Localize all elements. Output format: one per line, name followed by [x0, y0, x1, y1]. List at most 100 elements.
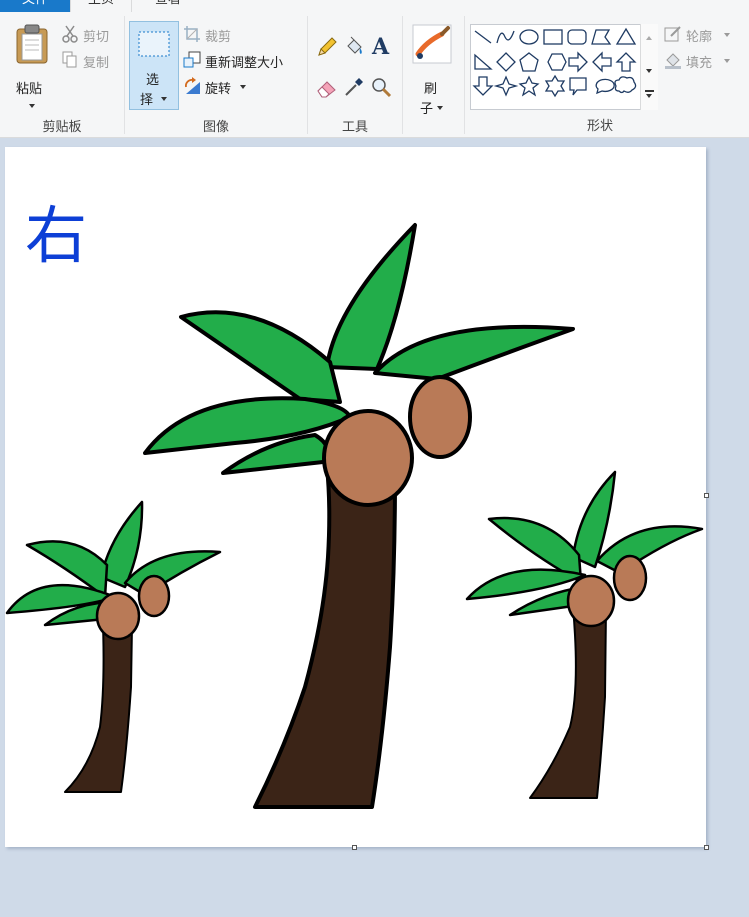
shapes-gallery-scroller[interactable] [640, 24, 658, 110]
tab-file[interactable]: 文件 [0, 0, 70, 12]
shapes-gallery [470, 24, 658, 110]
outline-label: 轮廓 [686, 30, 713, 45]
select-rectangle-icon [138, 31, 170, 57]
gallery-scroll-up-icon[interactable] [646, 36, 652, 40]
fill-dropdown-icon [724, 59, 730, 63]
brush-icon [412, 24, 452, 64]
rotate-label: 旋转 [205, 82, 232, 97]
rotate-dropdown-icon [240, 85, 246, 89]
pencil-icon[interactable] [316, 36, 338, 58]
fill-bucket-icon[interactable] [343, 36, 365, 58]
oval-shape-icon[interactable] [519, 29, 539, 45]
clipboard-icon [16, 24, 48, 64]
canvas-resize-handle-bottom[interactable] [352, 845, 357, 850]
fill-icon [665, 53, 681, 69]
shapes-group-label: 形状 [586, 119, 613, 134]
text-tool-icon[interactable]: A [370, 34, 392, 58]
drawing-canvas[interactable]: 右 [5, 147, 706, 847]
group-divider [402, 16, 403, 134]
left-palm-coconut [95, 591, 141, 641]
eraser-icon[interactable] [316, 76, 338, 98]
right-triangle-shape-icon[interactable] [474, 53, 493, 70]
scissors-icon [62, 25, 78, 43]
gallery-expand-arrow-icon [646, 94, 652, 98]
big-palm-frond [179, 310, 342, 404]
group-divider [464, 16, 465, 134]
rectangle-shape-icon[interactable] [543, 29, 563, 45]
gallery-expand-icon[interactable] [645, 90, 654, 92]
brushes-dropdown-icon [437, 106, 443, 110]
resize-button[interactable]: 重新调整大小 [183, 50, 307, 71]
crop-button[interactable]: 裁剪 [183, 24, 253, 45]
four-point-star-shape-icon[interactable] [493, 75, 519, 97]
brushes-button[interactable]: 刷 子 [408, 22, 458, 117]
copy-button[interactable]: 复制 [62, 50, 122, 71]
palm-tree-drawing: 右 [5, 199, 704, 809]
diamond-shape-icon[interactable] [496, 52, 516, 72]
copy-label: 复制 [83, 56, 110, 71]
hexagon-shape-icon[interactable] [547, 53, 567, 71]
crop-label: 裁剪 [205, 30, 232, 45]
pentagon-shape-icon[interactable] [519, 52, 539, 72]
left-palm-trunk [64, 624, 133, 793]
curve-shape-icon[interactable] [496, 30, 515, 44]
oval-callout-shape-icon[interactable] [595, 78, 615, 95]
shape-outline-button[interactable]: 轮廓 [664, 24, 744, 45]
big-palm-coconut [322, 409, 414, 507]
outline-pen-icon [664, 26, 681, 42]
clipboard-group: 粘贴 剪切 复制 剪贴板 [0, 12, 124, 138]
outline-dropdown-icon [724, 33, 730, 37]
five-point-star-shape-icon[interactable] [518, 75, 540, 97]
brushes-label-line2: 子 [420, 102, 434, 117]
select-label-line1: 选 [146, 73, 160, 88]
gallery-scroll-down-icon[interactable] [646, 69, 652, 73]
tab-home[interactable]: 主页 [70, 0, 132, 12]
resize-icon [183, 51, 201, 68]
right-palm-trunk [529, 606, 607, 799]
tab-view[interactable]: 查看 [132, 0, 204, 12]
polygon-shape-icon[interactable] [591, 29, 612, 45]
cut-button[interactable]: 剪切 [62, 24, 122, 45]
canvas-resize-handle-right[interactable] [704, 493, 709, 498]
clipboard-group-label: 剪贴板 [42, 120, 82, 135]
right-palm-frond [595, 525, 704, 575]
big-palm-frond [373, 324, 575, 381]
six-point-star-shape-icon[interactable] [544, 74, 566, 98]
image-group: 选 择 裁剪 重新调整大小 旋转 图像 [125, 12, 307, 138]
right-arrow-shape-icon[interactable] [568, 51, 588, 73]
canvas-resize-handle-corner[interactable] [704, 845, 709, 850]
select-dropdown-icon [161, 97, 167, 101]
svg-text:A: A [371, 34, 390, 58]
magnifier-icon[interactable] [370, 76, 392, 98]
ribbon: 粘贴 剪切 复制 剪贴板 选 择 裁剪 重新调整大小 旋转 图像 A 工具 刷 … [0, 12, 749, 138]
triangle-shape-icon[interactable] [615, 27, 637, 45]
left-arrow-shape-icon[interactable] [592, 51, 612, 73]
big-palm-frond [325, 223, 417, 371]
cut-label: 剪切 [83, 30, 110, 45]
up-arrow-shape-icon[interactable] [615, 52, 637, 72]
left-palm-coconut [137, 574, 171, 618]
select-button[interactable]: 选 择 [129, 21, 179, 110]
copy-icon [62, 51, 77, 68]
fill-label: 填充 [686, 56, 713, 71]
handwritten-character: 右 [25, 199, 87, 272]
ribbon-tab-strip: 文件 主页 查看 [0, 0, 749, 12]
shapes-gallery-grid [472, 27, 637, 98]
rotate-icon [185, 77, 200, 94]
image-group-label: 图像 [202, 120, 229, 135]
down-arrow-shape-icon[interactable] [472, 76, 494, 96]
right-palm-coconut [612, 554, 648, 602]
crop-icon [184, 26, 200, 42]
rounded-rectangle-shape-icon[interactable] [567, 29, 587, 45]
rotate-button[interactable]: 旋转 [183, 76, 253, 97]
paste-dropdown-icon [29, 104, 35, 108]
cloud-callout-shape-icon[interactable] [614, 76, 637, 94]
big-palm-trunk [253, 465, 397, 809]
paste-button[interactable]: 粘贴 [8, 22, 54, 118]
line-shape-icon[interactable] [474, 30, 492, 44]
shape-fill-button[interactable]: 填充 [664, 50, 744, 71]
canvas-workspace[interactable]: 右 [0, 139, 749, 917]
paste-label: 粘贴 [16, 82, 43, 97]
color-picker-icon[interactable] [343, 76, 365, 98]
rounded-callout-shape-icon[interactable] [569, 77, 587, 96]
